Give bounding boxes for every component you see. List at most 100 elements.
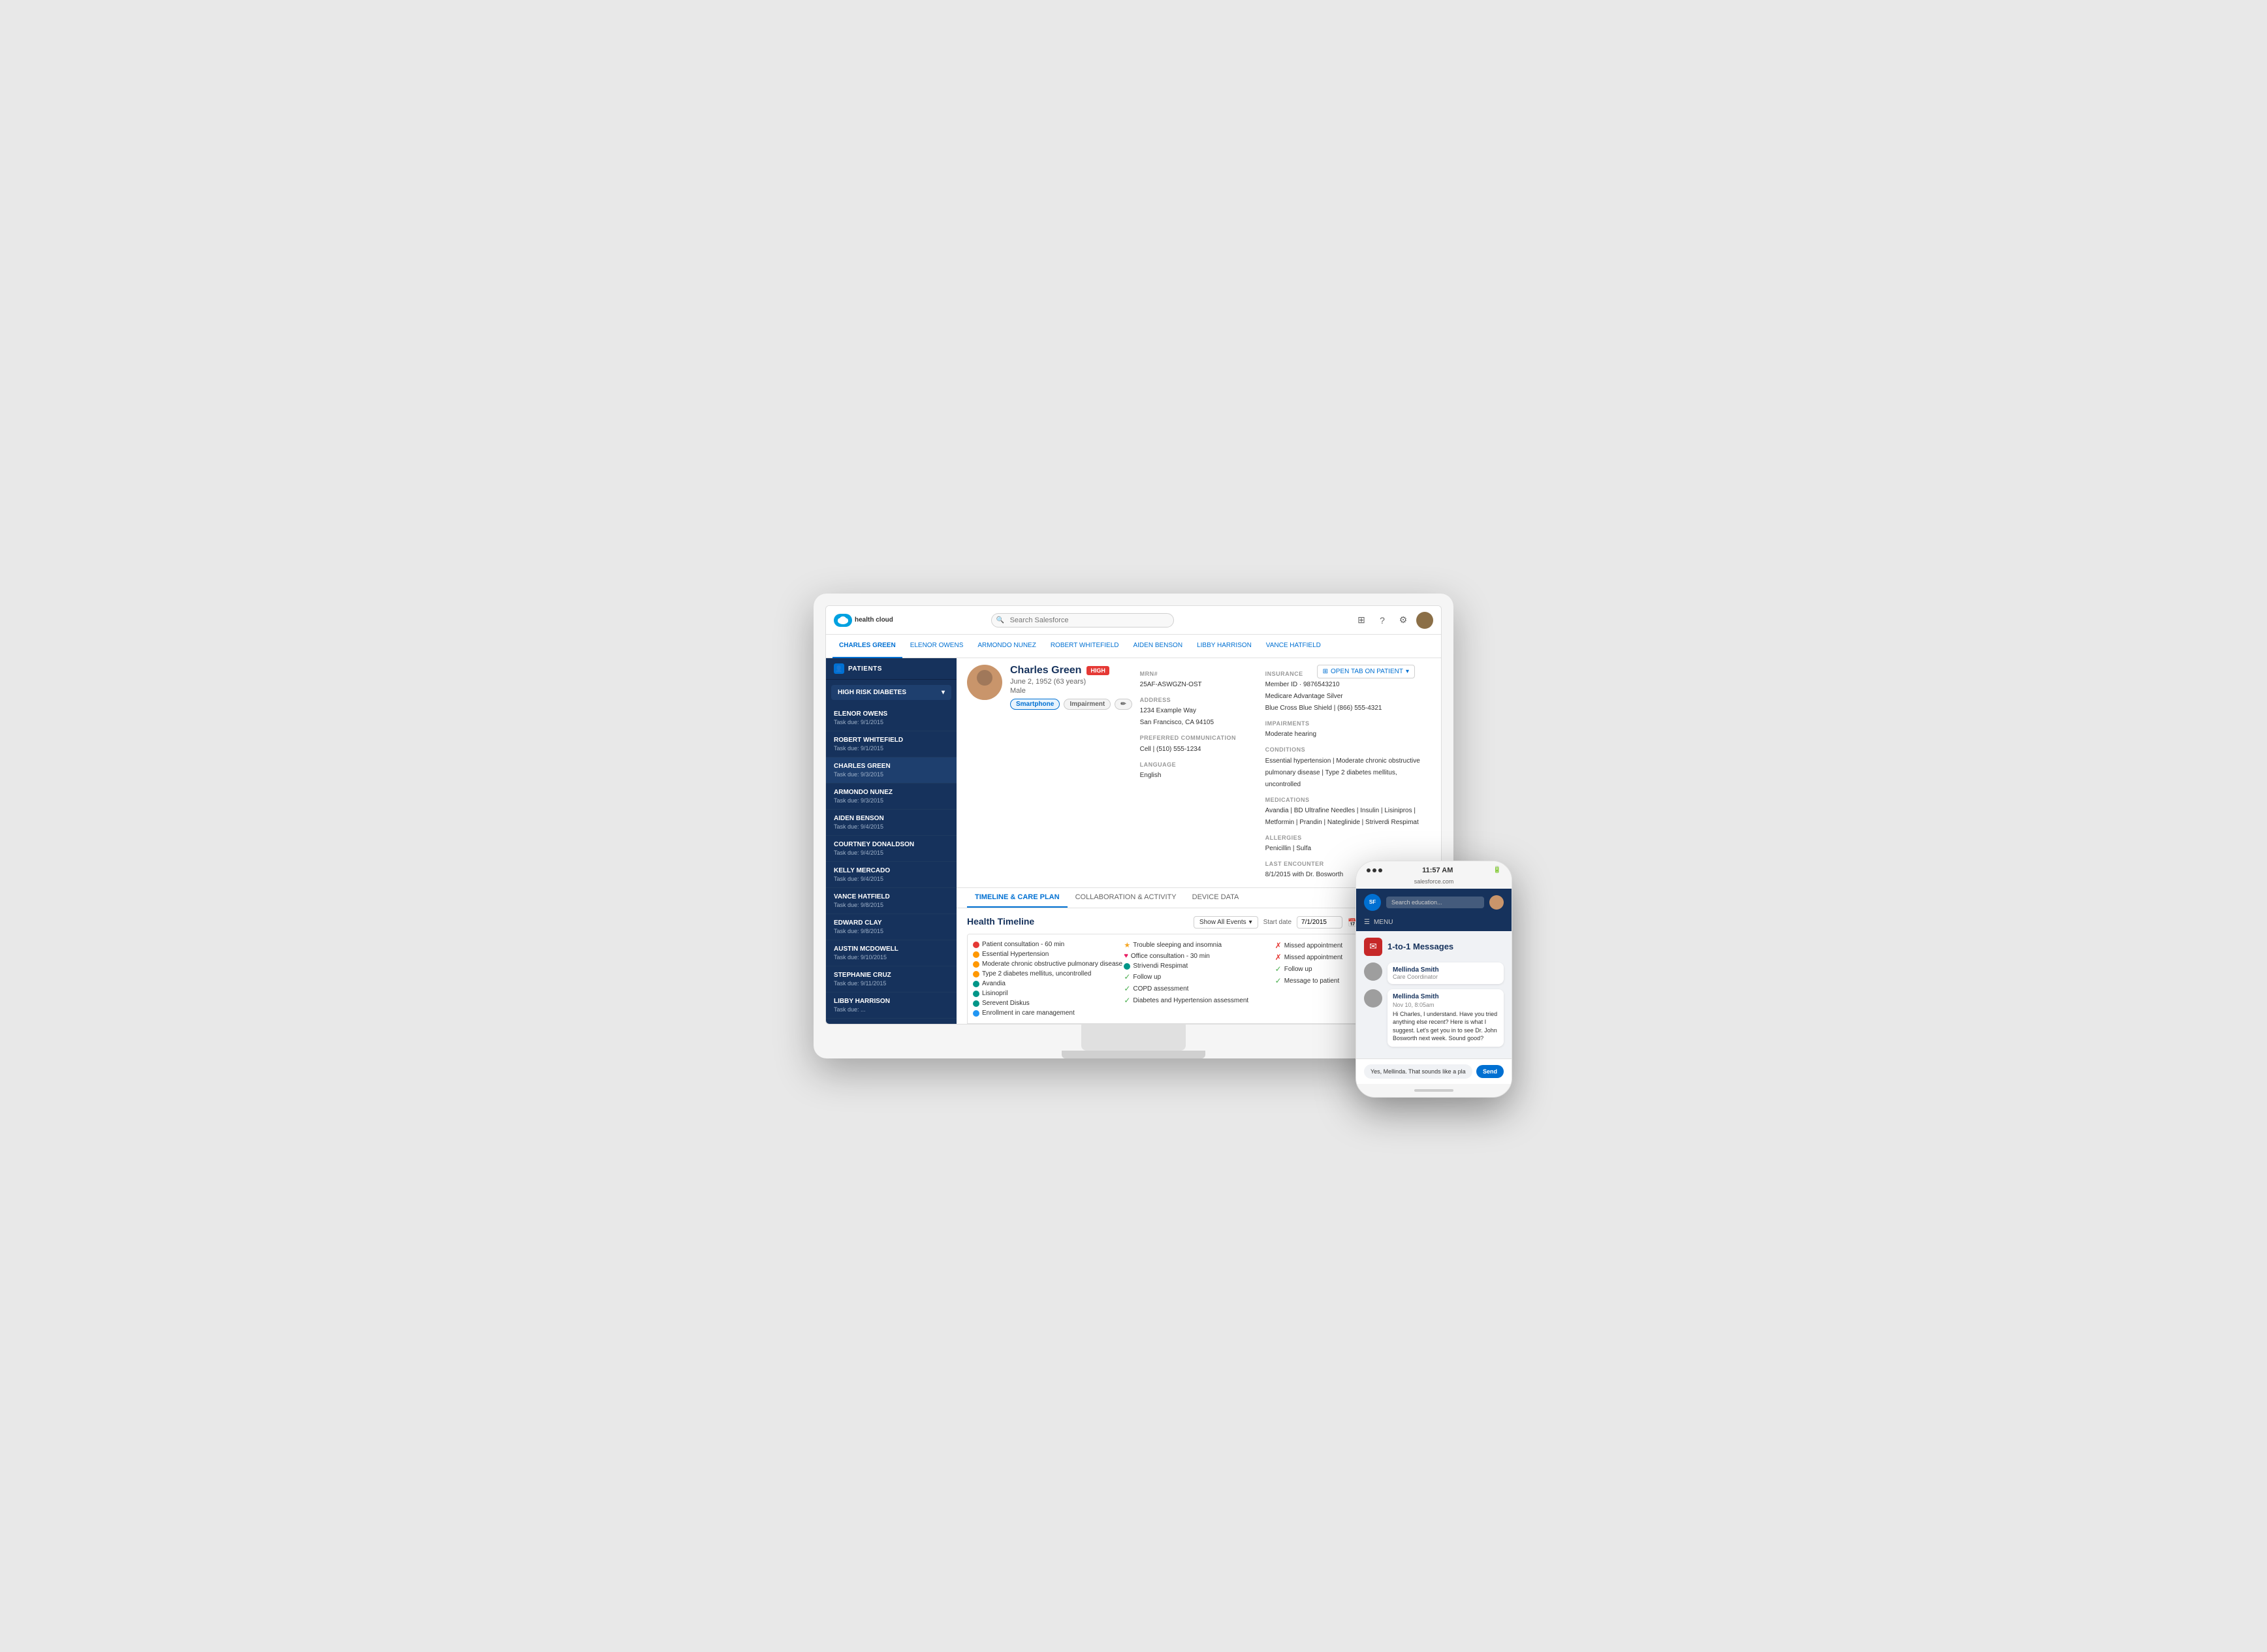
event-dot <box>973 942 979 948</box>
help-icon[interactable]: ? <box>1374 612 1390 628</box>
signal-dot <box>1378 868 1382 872</box>
patient-list: ELENOR OWENS Task due: 9/1/2015 ROBERT W… <box>826 705 957 1024</box>
sidebar-item-libby-harrison[interactable]: LIBBY HARRISON Task due: ... <box>826 993 957 1019</box>
event-diabetes: Type 2 diabetes mellitus, uncontrolled <box>973 969 1122 979</box>
settings-icon[interactable]: ⚙ <box>1395 612 1411 628</box>
event-dot <box>973 1010 979 1017</box>
filter-button[interactable]: HIGH RISK DIABETES ▾ <box>831 685 951 700</box>
tab-elenor-owens[interactable]: ELENOR OWENS <box>904 635 970 658</box>
impairment-tag[interactable]: Impairment <box>1064 699 1111 710</box>
check-icon: ✓ <box>1124 996 1130 1005</box>
message-content-2: Mellinda Smith Nov 10, 8:05am Hi Charles… <box>1387 989 1504 1047</box>
sidebar-item-kelly-mercado[interactable]: KELLY MERCADO Task due: 9/4/2015 <box>826 862 957 888</box>
message-date: Nov 10, 8:05am <box>1393 1002 1498 1008</box>
sidebar-item-austin-mcdowell[interactable]: AUSTIN MCDOWELL Task due: 9/10/2015 <box>826 940 957 966</box>
home-indicator <box>1356 1084 1512 1097</box>
message-icon: ✉ <box>1364 938 1382 956</box>
x-icon: ✗ <box>1275 953 1282 962</box>
event-copd-assessment: ✓ COPD assessment <box>1124 983 1273 994</box>
phone-url: salesforce.com <box>1356 877 1512 889</box>
patient-avatar <box>967 665 1002 700</box>
sidebar-item-aiden-benson[interactable]: AIDEN BENSON Task due: 9/4/2015 <box>826 810 957 836</box>
start-date-label: Start date <box>1263 919 1292 926</box>
phone-menu-bar: ☰ MENU <box>1356 916 1512 931</box>
sidebar-item-edward-clay[interactable]: EDWARD CLAY Task due: 9/8/2015 <box>826 914 957 940</box>
event-lisinopril: Lisinopril <box>973 989 1122 998</box>
sidebar-item-armondo-nunez[interactable]: ARMONDO NUNEZ Task due: 9/3/2015 <box>826 784 957 810</box>
message-bubble-1: Mellinda Smith Care Coordinator <box>1364 962 1504 984</box>
sidebar-item-robert-whitefield[interactable]: ROBERT WHITEFIELD Task due: 9/1/2015 <box>826 731 957 757</box>
patients-icon: 👤 <box>834 663 844 674</box>
patient-details-2: INSURANCE Member ID · 9876543210 Medicar… <box>1265 665 1431 881</box>
menu-icon: ☰ <box>1364 919 1370 926</box>
phone-user-avatar[interactable] <box>1489 895 1504 910</box>
event-patient-consultation: Patient consultation - 60 min <box>973 940 1122 949</box>
sidebar-item-elenor-owens[interactable]: ELENOR OWENS Task due: 9/1/2015 <box>826 705 957 731</box>
risk-badge: HIGH <box>1086 666 1109 675</box>
start-date-input[interactable] <box>1297 916 1342 929</box>
phone-signal <box>1367 868 1382 872</box>
phone-search[interactable]: Search education... <box>1386 897 1484 908</box>
patient-header: ⊞ OPEN TAB ON PATIENT ▾ C <box>957 658 1441 888</box>
event-dot <box>973 981 979 987</box>
search-input[interactable] <box>991 613 1174 627</box>
tab-vance-hatfield[interactable]: VANCE HATFIELD <box>1260 635 1327 658</box>
grid-icon[interactable]: ⊞ <box>1354 612 1369 628</box>
tab-device-data[interactable]: DEVICE DATA <box>1184 888 1247 908</box>
event-dot <box>973 991 979 997</box>
event-office-consultation: ♥ Office consultation - 30 min <box>1124 951 1273 961</box>
phone-input-bar: Send <box>1356 1058 1512 1084</box>
x-icon: ✗ <box>1275 941 1282 950</box>
phone-header: SF Search education... <box>1356 889 1512 916</box>
tab-armondo-nunez[interactable]: ARMONDO NUNEZ <box>971 635 1042 658</box>
signal-dot <box>1372 868 1376 872</box>
sender-name: Mellinda Smith <box>1393 966 1498 974</box>
patient-details: MRN# 25AF-ASWGZN-OST ADDRESS 1234 Exampl… <box>1140 665 1258 782</box>
event-follow-up-1: ✓ Follow up <box>1124 971 1273 983</box>
tab-collaboration[interactable]: COLLABORATION & ACTIVITY <box>1068 888 1184 908</box>
search-icon: 🔍 <box>996 616 1004 624</box>
check-icon: ✓ <box>1124 984 1130 993</box>
send-button[interactable]: Send <box>1476 1065 1504 1078</box>
patient-tabs: CHARLES GREEN ELENOR OWENS ARMONDO NUNEZ… <box>826 635 1441 658</box>
patient-gender: Male <box>1010 687 1132 695</box>
reply-input[interactable] <box>1364 1064 1472 1079</box>
sidebar-header: 👤 PATIENTS <box>826 658 957 680</box>
message-content-1: Mellinda Smith Care Coordinator <box>1387 962 1504 984</box>
user-avatar[interactable] <box>1416 612 1433 629</box>
show-all-events-button[interactable]: Show All Events ▾ <box>1194 916 1258 929</box>
sidebar-item-courtney-donaldson[interactable]: COURTNEY DONALDSON Task due: 9/4/2015 <box>826 836 957 862</box>
menu-label: MENU <box>1374 919 1393 926</box>
tab-charles-green[interactable]: CHARLES GREEN <box>832 635 902 658</box>
timeline-col1: Patient consultation - 60 min Essential … <box>973 940 1122 1018</box>
search-bar[interactable]: 🔍 <box>991 613 1174 627</box>
nav-icons: ⊞ ? ⚙ <box>1354 612 1433 629</box>
chevron-down-icon: ▾ <box>942 689 945 696</box>
phone-time: 11:57 AM <box>1422 866 1453 874</box>
sidebar-item-charles-green[interactable]: CHARLES GREEN Task due: 9/3/2015 <box>826 757 957 784</box>
chevron-down-icon: ▾ <box>1406 668 1409 675</box>
tab-libby-harrison[interactable]: LIBBY HARRISON <box>1190 635 1258 658</box>
event-essential-hypertension: Essential Hypertension <box>973 949 1122 959</box>
tab-timeline-care-plan[interactable]: TIMELINE & CARE PLAN <box>967 888 1068 908</box>
event-avandia: Avandia <box>973 979 1122 989</box>
signal-dot <box>1367 868 1371 872</box>
sidebar-item-stephanie-cruz[interactable]: STEPHANIE CRUZ Task due: 9/11/2015 <box>826 966 957 993</box>
edit-icon[interactable]: ✏ <box>1115 699 1132 710</box>
sender-avatar <box>1364 962 1382 981</box>
event-dot <box>1124 963 1130 970</box>
tab-robert-whitefield[interactable]: ROBERT WHITEFIELD <box>1044 635 1126 658</box>
chevron-down-icon: ▾ <box>1249 919 1252 926</box>
event-strivendi: Strivendi Respimat <box>1124 961 1273 971</box>
event-dot <box>973 1000 979 1007</box>
sender-name: Mellinda Smith <box>1393 993 1498 1000</box>
smartphone-tag[interactable]: Smartphone <box>1010 699 1060 710</box>
sidebar-item-vance-hatfield[interactable]: VANCE HATFIELD Task due: 9/8/2015 <box>826 888 957 914</box>
tab-aiden-benson[interactable]: AIDEN BENSON <box>1126 635 1189 658</box>
open-tab-button[interactable]: ⊞ OPEN TAB ON PATIENT ▾ <box>1317 665 1415 678</box>
check-icon: ✓ <box>1275 964 1282 974</box>
event-diabetes-hypertension: ✓ Diabetes and Hypertension assessment <box>1124 994 1273 1006</box>
phone-overlay: 11:57 AM 🔋 salesforce.com SF Search educ… <box>1355 861 1512 1098</box>
app-logo: health cloud <box>834 614 893 627</box>
patient-tags: Smartphone Impairment ✏ <box>1010 699 1132 710</box>
